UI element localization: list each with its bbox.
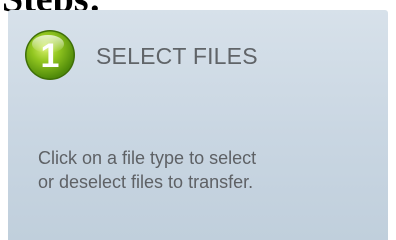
step-instruction: Click on a file type to select or desele… bbox=[38, 146, 368, 194]
step-panel: 1 SELECT FILES Click on a file type to s… bbox=[8, 10, 388, 240]
screenshot-frame: Steps: 1 SELECT FILES Click on a file bbox=[0, 0, 396, 240]
step-number: 1 bbox=[41, 37, 60, 75]
instruction-line-1: Click on a file type to select bbox=[38, 148, 257, 168]
step-title: SELECT FILES bbox=[96, 43, 258, 69]
instruction-line-2: or deselect files to transfer. bbox=[38, 172, 254, 192]
step-number-badge-icon: 1 bbox=[25, 30, 75, 80]
